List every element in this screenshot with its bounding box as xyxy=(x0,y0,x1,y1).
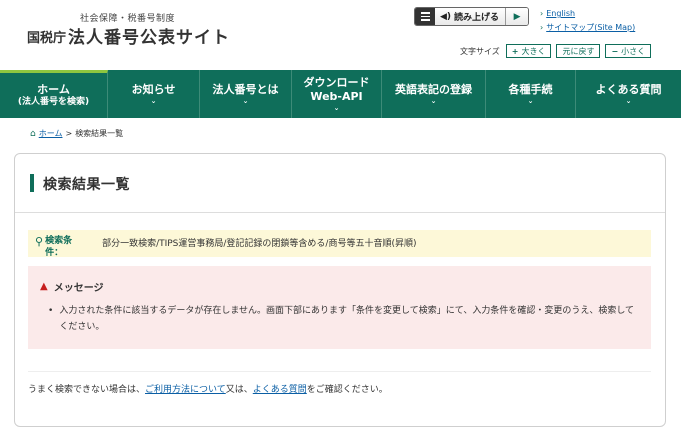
page-title: 検索結果一覧 xyxy=(43,177,130,193)
nav-procedures-label: 各種手続 xyxy=(508,82,553,96)
search-condition-label: 検索条件： xyxy=(45,236,73,259)
font-size-controls: 文字サイズ + 大きく 元に戻す − 小さく xyxy=(460,44,656,58)
chevron-down-icon: ⌄ xyxy=(625,97,632,106)
nav-item-procedures[interactable]: 各種手続 ⌄ xyxy=(486,70,576,118)
nav-faq-label: よくある質問 xyxy=(595,82,662,96)
plus-icon: + xyxy=(511,46,519,56)
global-nav: ホーム (法人番号を検索) お知らせ ⌄ 法人番号とは ⌄ ダウンロード Web… xyxy=(0,70,681,118)
help-note: うまく検索できない場合は、ご利用方法について又は、よくある質問をご確認ください。 xyxy=(28,382,388,395)
message-box: ▲ メッセージ • 入力された条件に該当するデータが存在しません。画面下部にあり… xyxy=(28,266,651,349)
minus-icon: − xyxy=(611,46,619,56)
help-note-prefix: うまく検索できない場合は、 xyxy=(28,385,146,395)
read-aloud-label: 読み上げる xyxy=(454,13,500,23)
nav-home-label: ホーム xyxy=(37,83,70,96)
chevron-down-icon: ⌄ xyxy=(333,104,340,113)
chevron-down-icon: ⌄ xyxy=(430,97,437,106)
site-logo-title[interactable]: 法人番号公表サイト xyxy=(68,23,230,48)
menu-icon[interactable] xyxy=(415,8,435,25)
search-results-panel: 検索結果一覧 ⚲ 検索条件： 部分一致検索/TIPS運営事務局/登記記録の閉鎖等… xyxy=(14,153,666,427)
breadcrumb-current: 検索結果一覧 xyxy=(75,129,124,138)
nav-home-sublabel: (法人番号を検索) xyxy=(17,96,90,107)
play-icon[interactable]: ▶ xyxy=(506,8,529,25)
message-list: • 入力された条件に該当するデータが存在しません。画面下部にあります「条件を変更… xyxy=(48,304,638,336)
speaker-icon: ◀) xyxy=(440,11,452,22)
divider xyxy=(28,371,651,372)
nav-about-label: 法人番号とは xyxy=(212,82,279,96)
breadcrumb-home-link[interactable]: ホーム xyxy=(39,128,63,139)
bullet: • xyxy=(48,306,54,316)
chevron-right-icon: › xyxy=(540,23,544,32)
nav-news-label: お知らせ xyxy=(131,82,176,96)
chevron-right-icon: › xyxy=(540,9,544,18)
chevron-down-icon: ⌄ xyxy=(242,97,249,106)
readspeaker-widget: ◀) 読み上げる ▶ xyxy=(414,7,530,26)
nav-english-reg-label: 英語表記の登録 xyxy=(395,82,472,96)
read-aloud-button[interactable]: ◀) 読み上げる xyxy=(435,8,507,25)
font-smaller-button[interactable]: − 小さく xyxy=(605,44,652,58)
warning-icon: ▲ xyxy=(40,281,48,292)
font-reset-button[interactable]: 元に戻す xyxy=(556,44,601,58)
message-text: 入力された条件に該当するデータが存在しません。画面下部にあります「条件を変更して… xyxy=(59,306,635,332)
title-accent-bar xyxy=(30,174,34,192)
font-smaller-label: 小さく xyxy=(621,46,646,56)
nav-item-about[interactable]: 法人番号とは ⌄ xyxy=(200,70,292,118)
nav-item-download[interactable]: ダウンロード Web-API ⌄ xyxy=(292,70,382,118)
nav-item-home[interactable]: ホーム (法人番号を検索) xyxy=(0,70,108,118)
font-larger-label: 大きく xyxy=(521,46,546,56)
help-note-suffix: をご確認ください。 xyxy=(306,385,388,395)
breadcrumb: ⌂ ホーム > 検索結果一覧 xyxy=(30,128,123,139)
chevron-down-icon: ⌄ xyxy=(150,97,157,106)
faq-link[interactable]: よくある質問 xyxy=(253,385,307,395)
nav-item-faq[interactable]: よくある質問 ⌄ xyxy=(576,70,681,118)
search-condition-box: ⚲ 検索条件： 部分一致検索/TIPS運営事務局/登記記録の閉鎖等含める/商号等… xyxy=(28,230,651,259)
message-header: ▲ メッセージ xyxy=(40,279,104,294)
font-reset-label: 元に戻す xyxy=(562,46,595,56)
usage-guide-link[interactable]: ご利用方法について xyxy=(145,385,226,395)
message-title: メッセージ xyxy=(53,283,104,294)
search-condition-value: 部分一致検索/TIPS運営事務局/登記記録の閉鎖等含める/商号等五十音順(昇順) xyxy=(102,239,417,249)
nav-download-sublabel: Web-API xyxy=(310,89,363,103)
chevron-down-icon: ⌄ xyxy=(527,97,534,106)
home-icon: ⌂ xyxy=(30,128,36,139)
sitemap-link[interactable]: サイトマップ(Site Map) xyxy=(546,23,635,32)
english-link[interactable]: English xyxy=(546,9,575,18)
font-larger-button[interactable]: + 大きく xyxy=(505,44,552,58)
help-note-middle: 又は、 xyxy=(225,385,253,395)
nav-download-label: ダウンロード xyxy=(303,75,370,89)
agency-name: 国税庁 xyxy=(27,31,67,46)
breadcrumb-separator: > xyxy=(65,129,73,138)
site-header: 社会保障・税番号制度 国税庁 法人番号公表サイト ◀) 読み上げる ▶ › Eng… xyxy=(0,0,681,70)
font-size-label: 文字サイズ xyxy=(460,46,500,56)
top-links: › English › サイトマップ(Site Map) xyxy=(540,9,635,37)
nav-item-english-registration[interactable]: 英語表記の登録 ⌄ xyxy=(382,70,486,118)
search-icon: ⚲ xyxy=(35,235,44,248)
panel-header: 検索結果一覧 xyxy=(15,154,665,213)
nav-item-news[interactable]: お知らせ ⌄ xyxy=(108,70,200,118)
